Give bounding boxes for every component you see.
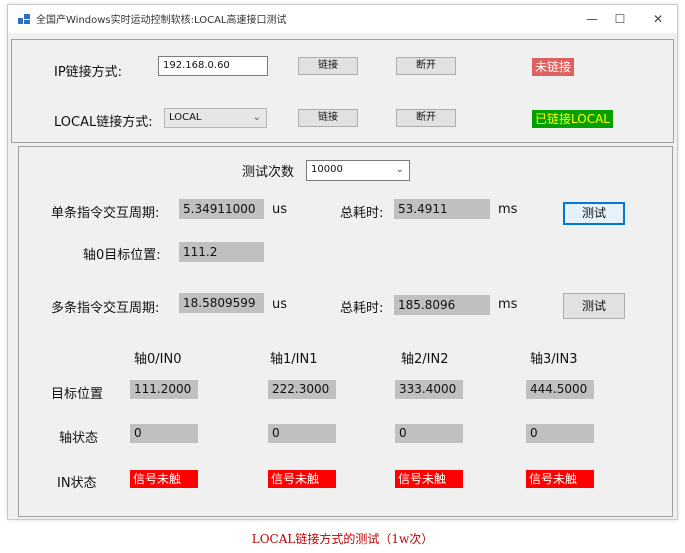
axis-column-header: 轴1/IN1 — [270, 352, 318, 367]
multi-test-button[interactable]: 测试 — [563, 293, 625, 319]
maximize-icon[interactable]: ☐ — [608, 9, 632, 29]
axis0-target-label: 轴0目标位置: — [83, 248, 161, 263]
axis-target-value: 444.5000 — [526, 380, 594, 399]
axis-column-header: 轴2/IN2 — [401, 352, 449, 367]
ip-status-badge: 未链接 — [532, 58, 575, 76]
test-count-select[interactable]: 10000 ⌄ — [306, 160, 410, 181]
chevron-down-icon: ⌄ — [252, 112, 261, 123]
multi-total-unit: ms — [498, 297, 518, 312]
local-connect-button[interactable]: 链接 — [298, 109, 358, 127]
main-window: 全国产Windows实时运动控制软核:LOCAL高速接口测试 — ☐ ✕ IP链… — [7, 4, 678, 520]
minimize-icon[interactable]: — — [580, 9, 604, 29]
local-status-badge: 已链接LOCAL — [532, 110, 613, 128]
single-test-button[interactable]: 测试 — [563, 202, 625, 225]
connection-group: IP链接方式: 192.168.0.60 链接 断开 未链接 LOCAL链接方式… — [11, 39, 674, 143]
in-status-label: 信号未触 — [395, 470, 463, 488]
local-disconnect-button[interactable]: 断开 — [396, 109, 456, 127]
local-mode-select[interactable]: LOCAL ⌄ — [164, 108, 267, 128]
single-cycle-label: 单条指令交互周期: — [51, 206, 160, 221]
axis-column-header: 轴0/IN0 — [134, 352, 182, 367]
in-status-label: 信号未触 — [526, 470, 594, 488]
single-total-unit: ms — [498, 202, 518, 217]
app-icon — [18, 14, 30, 24]
ip-connect-label: IP链接方式: — [54, 65, 123, 80]
multi-cycle-label: 多条指令交互周期: — [51, 301, 160, 316]
title-bar[interactable]: 全国产Windows实时运动控制软核:LOCAL高速接口测试 — ☐ ✕ — [8, 5, 677, 33]
local-connect-label: LOCAL链接方式: — [54, 115, 153, 130]
target-row-label: 目标位置 — [51, 387, 104, 402]
single-total-label: 总耗时: — [340, 206, 384, 221]
axis0-target-value: 111.2 — [179, 242, 264, 262]
ip-disconnect-button[interactable]: 断开 — [396, 57, 456, 75]
multi-total-value: 185.8096 — [394, 295, 490, 315]
axis-state-value: 0 — [395, 424, 463, 443]
close-icon[interactable]: ✕ — [646, 9, 670, 29]
single-cycle-value: 5.34911000 — [179, 199, 264, 219]
figure-caption: LOCAL链接方式的测试（1w次） — [251, 532, 434, 546]
test-count-value: 10000 — [311, 164, 343, 175]
multi-cycle-value: 18.5809599 — [179, 293, 264, 313]
axis-target-value: 222.3000 — [268, 380, 336, 399]
test-group: 测试次数 10000 ⌄ 单条指令交互周期: 5.34911000 us 总耗时… — [18, 146, 673, 517]
axis-target-value: 111.2000 — [130, 380, 198, 399]
ip-address-input[interactable]: 192.168.0.60 — [158, 56, 268, 76]
local-mode-value: LOCAL — [169, 112, 202, 123]
state-row-label: 轴状态 — [59, 431, 99, 446]
multi-total-label: 总耗时: — [340, 301, 384, 316]
axis-target-value: 333.4000 — [395, 380, 463, 399]
axis-state-value: 0 — [130, 424, 198, 443]
test-count-label: 测试次数 — [242, 165, 295, 180]
chevron-down-icon: ⌄ — [395, 164, 404, 175]
single-total-value: 53.4911 — [394, 199, 490, 219]
in-status-label: 信号未触 — [130, 470, 198, 488]
window-title: 全国产Windows实时运动控制软核:LOCAL高速接口测试 — [36, 15, 287, 26]
axis-state-value: 0 — [526, 424, 594, 443]
in-row-label: IN状态 — [57, 476, 97, 491]
in-status-label: 信号未触 — [268, 470, 336, 488]
ip-connect-button[interactable]: 链接 — [298, 57, 358, 75]
axis-state-value: 0 — [268, 424, 336, 443]
multi-cycle-unit: us — [272, 297, 288, 312]
single-cycle-unit: us — [272, 202, 288, 217]
axis-column-header: 轴3/IN3 — [530, 352, 578, 367]
